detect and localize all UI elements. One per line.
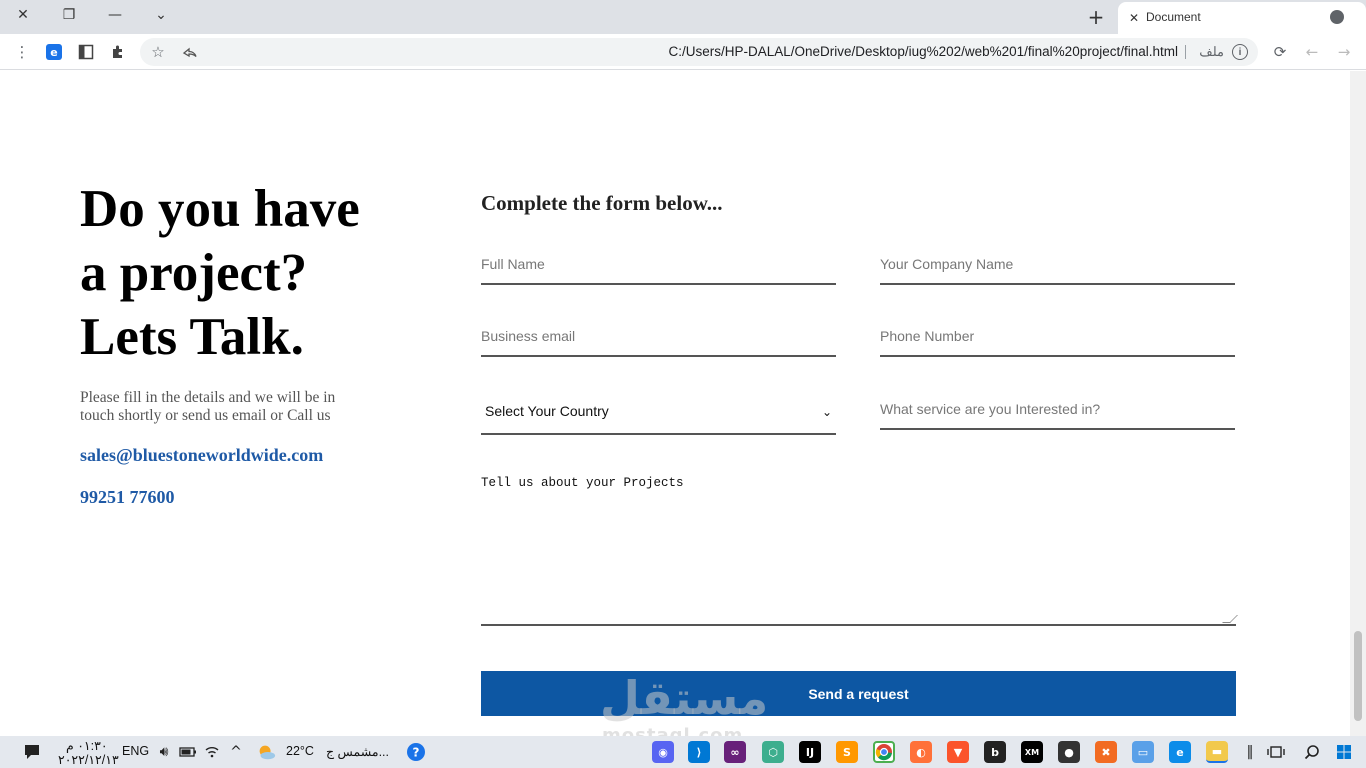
url-prefix: ملف <box>1199 44 1224 59</box>
clock-time[interactable]: ٠١:٣٠ م <box>66 738 108 753</box>
full-name-input[interactable] <box>481 245 836 285</box>
firefox-icon[interactable]: ◐ <box>910 741 932 763</box>
headline: Do you have a project? Lets Talk. <box>80 177 400 369</box>
xampp-icon[interactable]: ✖ <box>1095 741 1117 763</box>
scrollbar-thumb[interactable] <box>1354 631 1362 721</box>
url-text: C:/Users/HP-DALAL/OneDrive/Desktop/iug%2… <box>668 44 1179 59</box>
headline-line: a project? <box>80 244 308 302</box>
browser-toolbar: ⋮ e ☆ C:/Users/HP-DALAL/OneDrive/Desktop… <box>0 34 1366 70</box>
url-separator <box>1185 45 1186 59</box>
company-name-input[interactable] <box>880 245 1235 285</box>
bing-app-icon[interactable]: b <box>984 741 1006 763</box>
forward-arrow-icon[interactable]: → <box>1332 40 1356 64</box>
tab-title: Document <box>1146 10 1201 24</box>
close-window-icon[interactable]: ✕ <box>0 0 46 30</box>
visual-studio-icon[interactable]: ∞ <box>724 741 746 763</box>
side-panel-icon[interactable] <box>74 40 98 64</box>
extensions-puzzle-icon[interactable] <box>106 40 130 64</box>
tab-search-chevron-icon[interactable]: ⌄ <box>138 0 184 30</box>
intro-text: Please fill in the details and we will b… <box>80 389 336 424</box>
vscode-icon[interactable]: ⟩ <box>688 741 710 763</box>
globe-favicon-icon <box>1330 10 1344 24</box>
chevron-down-icon: ⌄ <box>821 405 832 419</box>
share-icon[interactable] <box>178 40 202 64</box>
discord-icon[interactable]: ◉ <box>652 741 674 763</box>
edge-icon[interactable]: e <box>1169 741 1191 763</box>
business-email-input[interactable] <box>481 317 836 357</box>
monitor-app-icon[interactable]: ▭ <box>1132 741 1154 763</box>
headline-line: Lets Talk. <box>80 308 304 366</box>
tab-document[interactable]: ✕ Document <box>1118 2 1366 34</box>
notifications-icon[interactable] <box>22 742 42 762</box>
wifi-icon[interactable] <box>202 742 222 762</box>
minimize-window-icon[interactable]: — <box>92 0 138 30</box>
battery-icon[interactable] <box>178 742 198 762</box>
hexagon-app-icon[interactable]: ⬡ <box>762 741 784 763</box>
country-select[interactable]: Select Your Country ⌄ <box>481 395 836 435</box>
weather-temperature[interactable]: 22°C <box>286 744 314 758</box>
country-select-value: Select Your Country <box>485 403 609 419</box>
back-arrow-icon[interactable]: ← <box>1300 40 1324 64</box>
hidden-icons-chevron-icon[interactable]: ^ <box>226 742 246 762</box>
svg-text:e: e <box>50 46 57 59</box>
search-icon[interactable] <box>1302 742 1322 762</box>
weather-condition[interactable]: مشمس ج... <box>326 744 389 759</box>
reload-icon[interactable]: ⟳ <box>1268 40 1292 64</box>
task-view-icon[interactable] <box>1266 742 1286 762</box>
project-details-textarea[interactable] <box>481 476 1236 626</box>
restore-window-icon[interactable]: ❐ <box>46 0 92 30</box>
service-interest-input[interactable] <box>880 390 1235 430</box>
intellij-icon[interactable]: IJ <box>799 741 821 763</box>
file-explorer-icon[interactable]: ▬ <box>1206 741 1228 763</box>
contact-phone-link[interactable]: 99251 77600 <box>80 487 175 508</box>
language-indicator[interactable]: ENG <box>122 744 149 758</box>
site-info-icon[interactable]: i <box>1232 44 1248 60</box>
extension-e-icon[interactable]: e <box>42 40 66 64</box>
volume-icon[interactable]: 🔊︎ <box>154 742 174 762</box>
headline-line: Do you have <box>80 180 360 238</box>
divider-icon: ‖ <box>1246 744 1254 760</box>
address-bar[interactable]: ☆ C:/Users/HP-DALAL/OneDrive/Desktop/iug… <box>140 38 1258 66</box>
tab-close-icon[interactable]: ✕ <box>1126 10 1142 26</box>
obs-icon[interactable]: ● <box>1058 741 1080 763</box>
menu-dots-icon[interactable]: ⋮ <box>10 40 34 64</box>
chrome-icon[interactable] <box>873 741 895 763</box>
contact-email-link[interactable]: sales@bluestoneworldwide.com <box>80 445 323 466</box>
clock-date[interactable]: ٢٠٢٢/١٢/١٣ <box>58 752 119 767</box>
sublime-icon[interactable]: S <box>836 741 858 763</box>
page-scrollbar[interactable] <box>1350 71 1366 736</box>
form-title: Complete the form below... <box>481 191 723 215</box>
new-tab-button[interactable]: + <box>1082 4 1110 30</box>
phone-number-input[interactable] <box>880 317 1235 357</box>
bookmark-star-icon[interactable]: ☆ <box>146 40 170 64</box>
windows-start-icon[interactable] <box>1334 742 1354 762</box>
windows-taskbar: ٠١:٣٠ م ٢٠٢٢/١٢/١٣ ENG 🔊︎ ^ 22°C مشمس ج.… <box>0 736 1366 768</box>
send-request-button[interactable]: Send a request <box>481 671 1236 716</box>
svg-text:?: ? <box>413 746 420 760</box>
weather-sun-icon[interactable] <box>256 742 276 762</box>
tab-bar: ✕ ❐ — ⌄ + ✕ Document <box>0 0 1366 34</box>
brave-icon[interactable]: ▼ <box>947 741 969 763</box>
page-viewport: Do you have a project? Lets Talk. Please… <box>0 71 1350 746</box>
xm-app-icon[interactable]: XM <box>1021 741 1043 763</box>
help-icon[interactable]: ? <box>406 742 426 762</box>
